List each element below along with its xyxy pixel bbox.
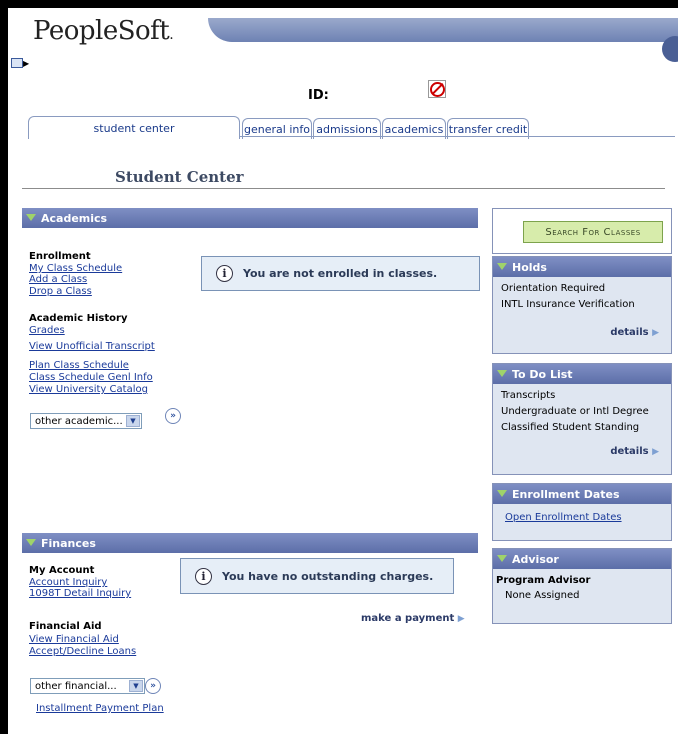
add-class-link[interactable]: Add a Class — [29, 274, 87, 285]
tab-underline — [240, 136, 675, 137]
expand-triangle-icon — [26, 538, 36, 546]
info-icon: i — [216, 265, 233, 282]
expand-triangle-icon — [497, 489, 507, 497]
other-financial-select[interactable]: other financial... ▼ — [30, 678, 145, 694]
header-banner — [208, 18, 678, 62]
arrow-right-icon: ▶ — [457, 614, 465, 624]
academic-history-label: Academic History — [29, 313, 128, 324]
view-financial-aid-link[interactable]: View Financial Aid — [29, 634, 119, 645]
plan-class-schedule-link[interactable]: Plan Class Schedule — [29, 360, 129, 371]
advisor-header[interactable]: Advisor — [493, 549, 671, 569]
enrollment-dates-panel: Enrollment Dates Open Enrollment Dates — [492, 483, 672, 541]
search-for-classes-button[interactable]: Search For Classes — [523, 221, 663, 243]
pagelet-menu-icon[interactable] — [11, 58, 23, 68]
tab-student-center[interactable]: student center — [28, 116, 240, 139]
pagelet-expand-arrow-icon[interactable]: ▶ — [23, 59, 29, 68]
todo-item: Transcripts — [501, 390, 556, 401]
accept-decline-loans-link[interactable]: Accept/Decline Loans — [29, 646, 136, 657]
expand-triangle-icon — [497, 554, 507, 562]
arrow-right-icon: ▶ — [652, 447, 659, 457]
unofficial-transcript-link[interactable]: View Unofficial Transcript — [29, 341, 155, 352]
peoplesoft-logo: PeopleSoft. — [33, 16, 174, 46]
hold-item: Orientation Required — [501, 283, 606, 294]
enrollment-dates-header[interactable]: Enrollment Dates — [493, 484, 671, 504]
finances-section-header[interactable]: Finances — [22, 533, 478, 553]
holds-details-link[interactable]: details ▶ — [610, 327, 659, 338]
academics-message: You are not enrolled in classes. — [243, 267, 438, 280]
expand-triangle-icon — [26, 213, 36, 221]
finances-message: You have no outstanding charges. — [222, 569, 434, 583]
page-title: Student Center — [115, 168, 244, 186]
my-account-label: My Account — [29, 565, 95, 576]
class-schedule-info-link[interactable]: Class Schedule Genl Info — [29, 372, 153, 383]
holds-header[interactable]: Holds — [493, 257, 671, 277]
todo-item: Undergraduate or Intl Degree — [501, 406, 649, 417]
account-inquiry-link[interactable]: Account Inquiry — [29, 577, 107, 588]
holds-panel: Holds Orientation Required INTL Insuranc… — [492, 256, 672, 354]
id-label: ID: — [308, 88, 329, 103]
page: PeopleSoft. ▶ ID: student center general… — [8, 8, 678, 734]
chevron-down-icon[interactable]: ▼ — [129, 680, 143, 692]
installment-plan-link[interactable]: Installment Payment Plan — [36, 703, 164, 714]
todo-panel: To Do List Transcripts Undergraduate or … — [492, 363, 672, 475]
academics-message-box: i You are not enrolled in classes. — [201, 256, 480, 291]
advisor-body: Program Advisor None Assigned — [493, 569, 671, 623]
enrollment-label: Enrollment — [29, 251, 91, 262]
advisor-panel: Advisor Program Advisor None Assigned — [492, 548, 672, 624]
chevron-down-icon[interactable]: ▼ — [126, 415, 140, 427]
hold-item: INTL Insurance Verification — [501, 299, 635, 310]
other-academic-select[interactable]: other academic... ▼ — [30, 413, 142, 429]
make-payment-link[interactable]: make a payment ▶ — [361, 613, 465, 624]
other-financial-value: other financial... — [35, 680, 117, 692]
info-icon: i — [195, 567, 212, 585]
expand-triangle-icon — [497, 262, 507, 270]
arrow-right-icon: ▶ — [652, 328, 659, 338]
holds-body: Orientation Required INTL Insurance Veri… — [493, 277, 671, 353]
other-academic-value: other academic... — [35, 415, 123, 427]
todo-details-link[interactable]: details ▶ — [610, 446, 659, 457]
finances-message-box: i You have no outstanding charges. — [180, 558, 454, 594]
open-enrollment-dates-link[interactable]: Open Enrollment Dates — [505, 512, 622, 523]
drop-class-link[interactable]: Drop a Class — [29, 286, 92, 297]
program-advisor-label: Program Advisor — [496, 575, 591, 586]
title-divider — [22, 188, 665, 189]
banner-curve — [662, 36, 678, 62]
todo-body: Transcripts Undergraduate or Intl Degree… — [493, 384, 671, 474]
university-catalog-link[interactable]: View University Catalog — [29, 384, 148, 395]
academics-section-header[interactable]: Academics — [22, 208, 478, 228]
finances-title: Finances — [41, 536, 96, 550]
academics-title: Academics — [41, 211, 108, 225]
my-class-schedule-link[interactable]: My Class Schedule — [29, 263, 122, 274]
todo-item: Classified Student Standing — [501, 422, 640, 433]
advisor-value: None Assigned — [505, 590, 580, 601]
academic-go-button[interactable]: » — [165, 408, 181, 424]
financial-go-button[interactable]: » — [145, 678, 161, 694]
no-entry-icon — [428, 80, 446, 98]
enrollment-dates-body: Open Enrollment Dates — [493, 504, 671, 540]
financial-aid-label: Financial Aid — [29, 621, 102, 632]
todo-header[interactable]: To Do List — [493, 364, 671, 384]
1098t-inquiry-link[interactable]: 1098T Detail Inquiry — [29, 588, 131, 599]
expand-triangle-icon — [497, 369, 507, 377]
grades-link[interactable]: Grades — [29, 325, 65, 336]
